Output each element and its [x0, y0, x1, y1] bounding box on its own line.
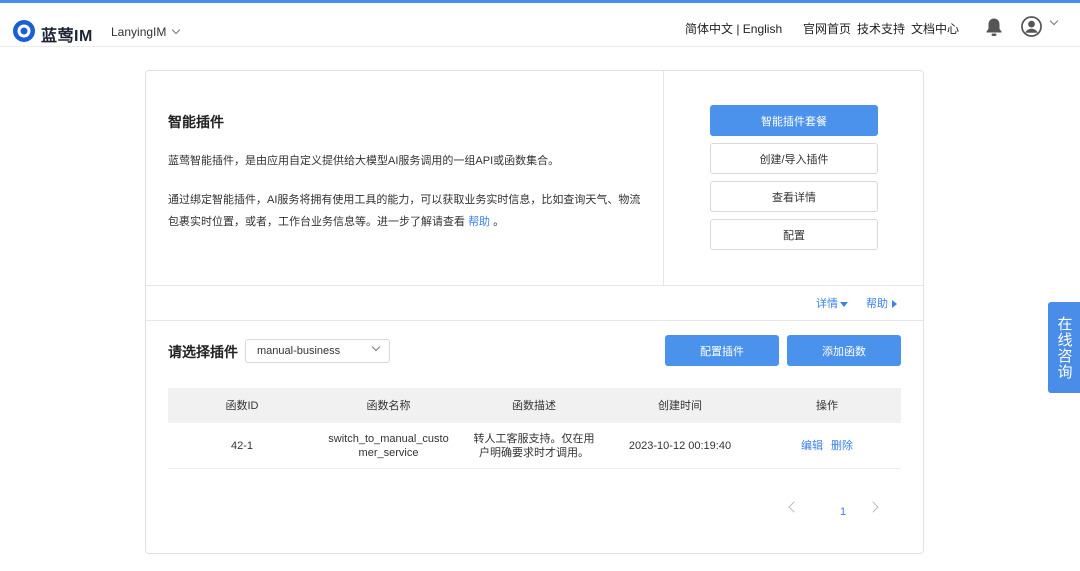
intro-paragraph-1: 蓝莺智能插件，是由应用自定义提供给大模型AI服务调用的一组API或函数集合。 [168, 155, 560, 167]
caret-right-icon [892, 300, 897, 309]
mini-links: 详情 帮助 [816, 295, 897, 311]
intro-section: 智能插件 蓝莺智能插件，是由应用自定义提供给大模型AI服务调用的一组API或函数… [146, 71, 664, 285]
divider [146, 320, 923, 321]
pagination: 1 [788, 496, 879, 518]
edit-link[interactable]: 编辑 [801, 439, 823, 453]
function-name: switch_to_manual_customer_service [328, 432, 449, 459]
view-details-button[interactable]: 查看详情 [710, 181, 878, 212]
column-header: 函数描述 [512, 399, 556, 412]
side-buttons: 智能插件套餐 创建/导入插件 查看详情 配置 [710, 105, 878, 257]
chevron-down-icon[interactable] [1049, 16, 1059, 26]
create-import-plugin-button[interactable]: 创建/导入插件 [710, 143, 878, 174]
column-header: 操作 [816, 399, 838, 412]
bell-icon[interactable] [985, 17, 1003, 37]
row-operations: 编辑 删除 [753, 439, 901, 453]
app-switcher[interactable]: LanyingIM [111, 25, 181, 39]
nav-support[interactable]: 技术支持 [857, 20, 905, 37]
intro-paragraph-2-end: 。 [490, 216, 505, 228]
nav-docs[interactable]: 文档中心 [911, 20, 959, 37]
details-toggle[interactable]: 详情 [816, 295, 848, 311]
delete-link[interactable]: 删除 [831, 439, 853, 453]
table-header: 函数ID 函数名称 函数描述 创建时间 操作 [168, 388, 901, 423]
divider [146, 285, 923, 286]
intro-paragraph-2-text: 通过绑定智能插件，AI服务将拥有使用工具的能力，可以获取业务实时信息，比如查询天… [168, 194, 641, 228]
add-function-button[interactable]: 添加函数 [787, 335, 901, 366]
details-toggle-label: 详情 [816, 298, 838, 310]
config-button[interactable]: 配置 [710, 219, 878, 250]
prev-page-icon[interactable] [788, 501, 800, 513]
chevron-down-icon [371, 342, 381, 352]
config-plugin-button[interactable]: 配置插件 [665, 335, 779, 366]
created-time: 2023-10-12 00:19:40 [628, 439, 732, 452]
plugin-select-label: 请选择插件 [168, 344, 238, 360]
plugin-card: 智能插件 蓝莺智能插件，是由应用自定义提供给大模型AI服务调用的一组API或函数… [145, 70, 924, 554]
column-header: 创建时间 [658, 399, 702, 412]
help-link[interactable]: 帮助 [468, 216, 490, 228]
plugin-select[interactable]: manual-business [245, 339, 390, 363]
help-toggle[interactable]: 帮助 [866, 295, 897, 311]
intro-paragraph-2: 通过绑定智能插件，AI服务将拥有使用工具的能力，可以获取业务实时信息，比如查询天… [168, 189, 648, 233]
caret-down-icon [840, 301, 848, 307]
column-header: 函数名称 [366, 399, 411, 412]
help-toggle-label: 帮助 [866, 298, 888, 310]
function-description: 转人工客服支持。仅在用户明确要求时才调用。 [473, 432, 595, 459]
plugin-package-button[interactable]: 智能插件套餐 [710, 105, 878, 136]
top-header: 蓝莺IM LanyingIM 简体中文 | English 官网首页 技术支持 … [0, 3, 1080, 47]
plugin-select-value: manual-business [257, 345, 341, 357]
logo-text: 蓝莺IM [41, 28, 93, 45]
table-row: 42-1 switch_to_manual_customer_service 转… [168, 423, 901, 469]
nav-home[interactable]: 官网首页 [803, 20, 851, 37]
chevron-down-icon [172, 25, 181, 35]
functions-table: 函数ID 函数名称 函数描述 创建时间 操作 42-1 switch_to_ma… [168, 388, 901, 469]
page-number[interactable]: 1 [840, 496, 846, 518]
next-page-icon[interactable] [867, 501, 879, 513]
online-consult-button[interactable]: 在线咨询 [1048, 302, 1080, 393]
logo-icon [13, 20, 35, 42]
user-avatar-icon[interactable] [1021, 16, 1042, 37]
intro-title: 智能插件 [168, 114, 224, 130]
app-name: LanyingIM [111, 25, 167, 39]
language-switch[interactable]: 简体中文 | English [685, 20, 782, 37]
function-id: 42-1 [230, 439, 254, 452]
column-header: 函数ID [225, 399, 259, 412]
